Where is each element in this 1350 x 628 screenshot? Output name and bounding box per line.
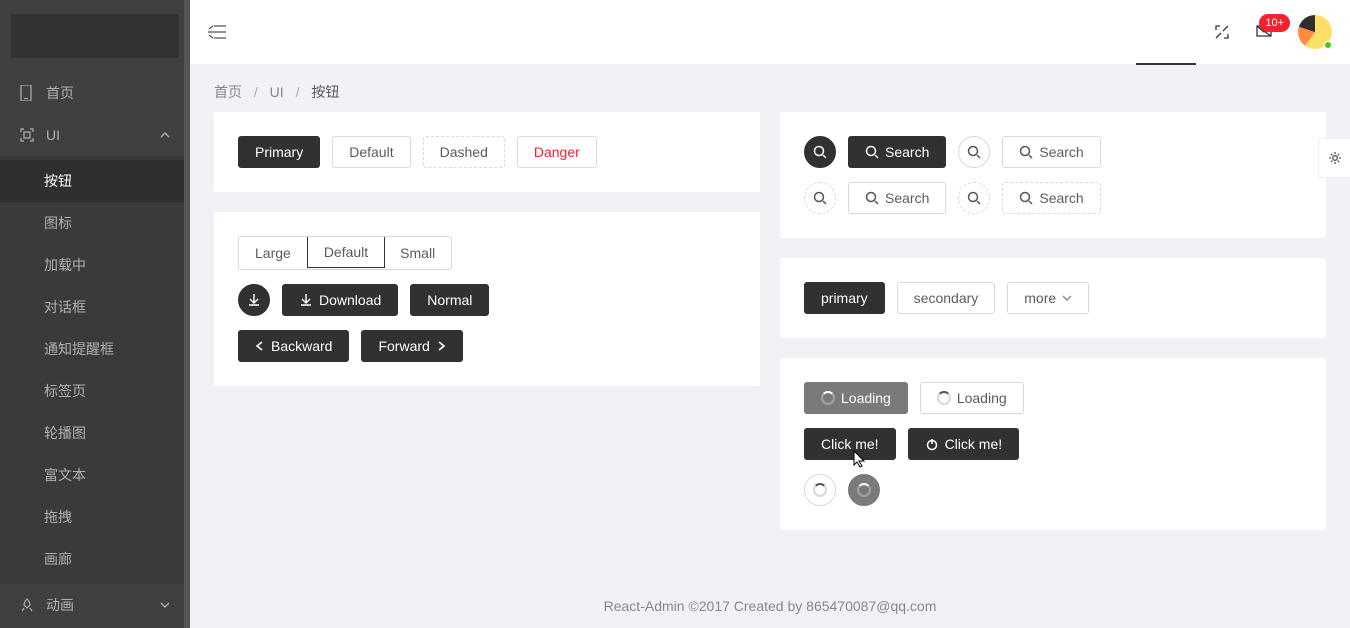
card-button-types: Primary Default Dashed Danger	[214, 112, 760, 192]
sidebar-item-gallery[interactable]: 画廊	[0, 538, 190, 580]
search-icon	[865, 191, 879, 205]
search-primary-button[interactable]: Search	[848, 136, 946, 168]
primary-dropdown-button[interactable]: primary	[804, 282, 885, 314]
breadcrumb-current: 按钮	[311, 84, 339, 100]
click-me-power-button[interactable]: Click me!	[908, 428, 1020, 460]
badge-count: 10+	[1259, 14, 1290, 32]
forward-button[interactable]: Forward	[361, 330, 462, 362]
breadcrumb-ui[interactable]: UI	[270, 84, 284, 100]
footer: React-Admin ©2017 Created by 865470087@q…	[190, 578, 1350, 628]
spinner-icon	[821, 391, 835, 405]
default-button[interactable]: Default	[332, 136, 410, 168]
search-circle-primary[interactable]	[804, 136, 836, 168]
search-icon	[1019, 191, 1033, 205]
main: 10+ 首页 / UI / 按钮 Primary Default Dashed	[190, 0, 1350, 628]
more-dropdown-button[interactable]: more	[1007, 282, 1089, 314]
search-icon	[967, 145, 981, 159]
normal-button[interactable]: Normal	[410, 284, 489, 316]
loading-primary-button: Loading	[804, 382, 908, 414]
primary-button[interactable]: Primary	[238, 136, 320, 168]
search-circle-dashed[interactable]	[804, 182, 836, 214]
sidebar-item-modal[interactable]: 对话框	[0, 286, 190, 328]
sidebar-submenu-ui: 按钮 图标 加载中 对话框 通知提醒框 标签页 轮播图 富文本 拖拽 画廊	[0, 156, 190, 584]
chevron-left-icon	[255, 341, 265, 351]
size-radio-group: Large Default Small	[238, 236, 452, 270]
menu-toggle-icon[interactable]	[208, 24, 226, 40]
backward-button[interactable]: Backward	[238, 330, 349, 362]
sidebar-item-icons[interactable]: 图标	[0, 202, 190, 244]
search-icon	[813, 145, 827, 159]
chevron-up-icon	[160, 132, 170, 138]
download-circle-button[interactable]	[238, 284, 270, 316]
power-icon	[925, 437, 939, 451]
search-icon	[1019, 145, 1033, 159]
search-icon	[813, 191, 827, 205]
card-dropdown-buttons: primary secondary more	[780, 258, 1326, 338]
mobile-icon	[20, 85, 36, 101]
sidebar-item-ui[interactable]: UI	[0, 114, 190, 156]
search-dashed-button[interactable]: Search	[1002, 182, 1100, 214]
settings-drawer-toggle[interactable]	[1318, 138, 1350, 178]
loading-default-button: Loading	[920, 382, 1024, 414]
search-default-button[interactable]: Search	[1002, 136, 1100, 168]
loading-circle-default	[804, 474, 836, 506]
secondary-dropdown-button[interactable]: secondary	[897, 282, 996, 314]
download-button[interactable]: Download	[282, 284, 398, 316]
sidebar-item-buttons[interactable]: 按钮	[0, 160, 190, 202]
search-circle-dashed-2[interactable]	[958, 182, 990, 214]
size-default[interactable]: Default	[307, 236, 385, 268]
spinner-icon	[813, 483, 827, 497]
sidebar-label: 动画	[46, 595, 74, 615]
size-large[interactable]: Large	[239, 237, 308, 269]
sidebar-item-home[interactable]: 首页	[0, 72, 190, 114]
search-button-2[interactable]: Search	[848, 182, 946, 214]
loading-circle-primary	[848, 474, 880, 506]
sidebar-item-animation[interactable]: 动画	[0, 584, 190, 626]
card-search-buttons: Search Search Search Search	[780, 112, 1326, 238]
sidebar-item-loading[interactable]: 加载中	[0, 244, 190, 286]
sidebar-item-notification[interactable]: 通知提醒框	[0, 328, 190, 370]
download-icon	[299, 293, 313, 307]
breadcrumb: 首页 / UI / 按钮	[190, 64, 1350, 112]
chevron-right-icon	[436, 341, 446, 351]
chevron-down-icon	[160, 602, 170, 608]
spinner-icon	[937, 391, 951, 405]
sidebar-item-drag[interactable]: 拖拽	[0, 496, 190, 538]
avatar[interactable]	[1298, 15, 1332, 49]
spinner-icon	[857, 483, 871, 497]
logo	[11, 14, 179, 58]
danger-button[interactable]: Danger	[517, 136, 597, 168]
search-icon	[967, 191, 981, 205]
online-dot	[1324, 41, 1332, 49]
download-icon	[247, 293, 261, 307]
dashed-button[interactable]: Dashed	[423, 136, 505, 168]
sidebar: 首页 UI 按钮 图标 加载中 对话框 通知提醒框 标签页 轮播图 富文本 拖拽…	[0, 0, 190, 628]
gear-icon	[1328, 151, 1342, 165]
sidebar-label: 首页	[46, 83, 74, 103]
breadcrumb-home[interactable]: 首页	[214, 84, 242, 100]
rocket-icon	[20, 598, 36, 612]
tab-indicator	[1136, 63, 1196, 65]
search-icon	[865, 145, 879, 159]
card-button-sizes: Large Default Small Download Normal Back…	[214, 212, 760, 386]
search-circle-default[interactable]	[958, 136, 990, 168]
sidebar-label: UI	[46, 127, 60, 143]
card-loading-buttons: Loading Loading Click me! Click me!	[780, 358, 1326, 530]
sidebar-item-carousel[interactable]: 轮播图	[0, 412, 190, 454]
fullscreen-icon[interactable]	[1214, 24, 1230, 40]
size-small[interactable]: Small	[384, 237, 451, 269]
sidebar-item-richtext[interactable]: 富文本	[0, 454, 190, 496]
header: 10+	[190, 0, 1350, 64]
notifications[interactable]: 10+	[1256, 24, 1272, 40]
scan-icon	[20, 128, 36, 142]
sidebar-item-tabs[interactable]: 标签页	[0, 370, 190, 412]
chevron-down-icon	[1062, 295, 1072, 301]
click-me-button[interactable]: Click me!	[804, 428, 896, 460]
